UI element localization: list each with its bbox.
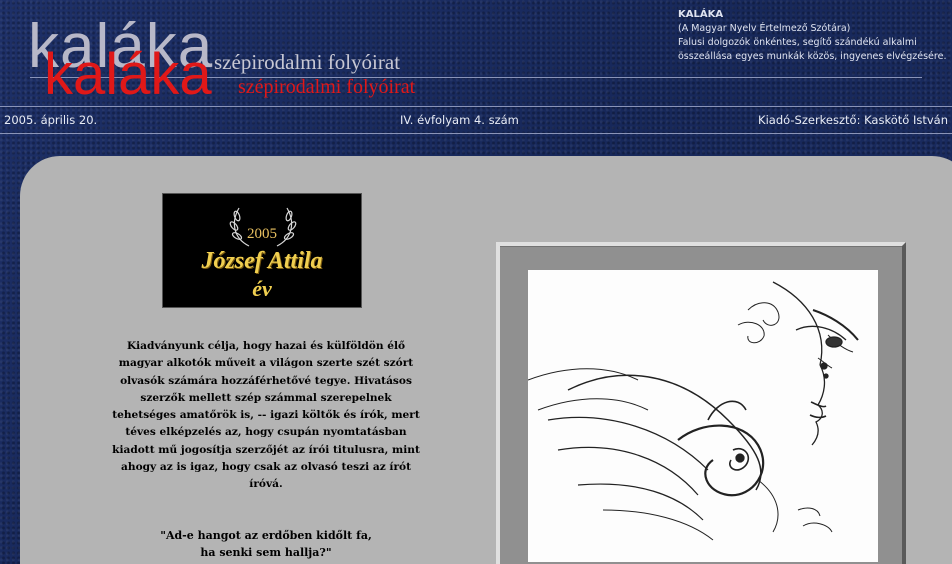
editor-credit: Kiadó-Szerkesztő: Kaskötő István: [758, 113, 948, 127]
issue-info-bar: 2005. április 20. IV. évfolyam 4. szám K…: [0, 106, 952, 134]
badge-word: év: [252, 276, 272, 301]
face-drawing-image[interactable]: [527, 270, 878, 562]
issue-date: 2005. április 20.: [4, 113, 98, 127]
badge-name: József Attila: [201, 248, 323, 274]
definition-line: (A Magyar Nyelv Értelmező Szótára): [678, 23, 851, 34]
quote-line: ha senki sem hallja?": [200, 546, 332, 559]
masthead: kaláka szépirodalmi folyóirat kaláka szé…: [0, 0, 952, 108]
subtitle-ghost-text: szépirodalmi folyóirat: [214, 50, 401, 74]
jozsef-attila-year-badge[interactable]: 2005 József Attila év: [162, 193, 362, 308]
quote: "Ad-e hangot az erdőben kidőlt fa, ha se…: [108, 527, 424, 561]
logo-text: kaláka: [44, 42, 212, 107]
issue-number: IV. évfolyam 4. szám: [400, 113, 519, 127]
definition-line: összeállása egyes munkák közös, ingyenes…: [678, 51, 947, 62]
badge-year: 2005: [247, 226, 277, 242]
mission-statement: Kiadványunk célja, hogy hazai és külföld…: [112, 340, 420, 491]
definition-title: KALÁKA: [678, 9, 724, 20]
quote-line: "Ad-e hangot az erdőben kidőlt fa,: [160, 529, 372, 542]
definition-box: KALÁKA (A Magyar Nyelv Értelmező Szótára…: [678, 8, 946, 64]
subtitle-text: szépirodalmi folyóirat: [238, 76, 416, 98]
ink-drawing-art: [527, 281, 859, 541]
definition-line: Falusi dolgozók önkéntes, segítő szándék…: [678, 37, 917, 48]
